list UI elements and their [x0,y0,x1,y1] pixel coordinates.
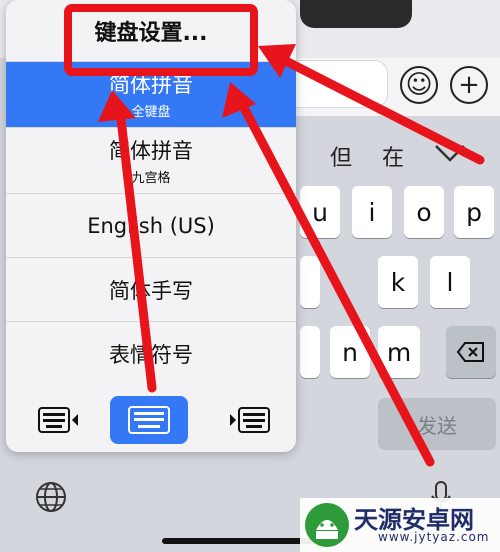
menu-item-label: English (US) [87,213,215,238]
key-n[interactable]: n [330,326,370,378]
globe-icon[interactable] [34,480,68,514]
menu-item-handwriting[interactable]: 简体手写 [6,258,296,322]
key-u[interactable]: u [300,186,340,238]
emoji-icon[interactable]: ☺ [400,66,438,104]
key-h[interactable] [300,256,320,308]
candidate-word[interactable]: 但 [330,140,352,172]
key-i[interactable]: i [352,186,392,238]
send-button[interactable]: 发送 [378,398,496,450]
chevron-down-icon[interactable] [430,136,470,170]
candidate-word[interactable]: 在 [382,140,404,172]
keyboard-right-icon[interactable] [210,396,288,444]
menu-item-sublabel: 九宫格 [131,171,171,186]
image-message[interactable] [300,0,412,28]
menu-item-english[interactable]: English (US) [6,194,296,258]
menu-item-label: 简体手写 [109,278,193,303]
watermark-url: www.jytyaz.com [378,530,490,544]
menu-item-pinyin-9key[interactable]: 简体拼音 九宫格 [6,128,296,194]
key-k[interactable]: k [378,256,418,308]
menu-item-label: 简体拼音 [109,139,193,163]
message-input[interactable] [282,60,388,108]
menu-item-sublabel: 全键盘 [131,105,171,120]
highlight-box [64,4,258,76]
key-m[interactable]: m [378,326,420,378]
plus-icon[interactable]: + [450,66,488,104]
key-b[interactable] [300,326,320,378]
key-o[interactable]: o [404,186,444,238]
keyboard-center-icon[interactable] [110,396,188,444]
android-logo-icon [304,502,350,548]
key-l[interactable]: l [430,256,470,308]
backspace-icon[interactable] [446,326,496,378]
menu-item-label: 表情符号 [109,343,193,367]
key-p[interactable]: p [454,186,494,238]
keyboard-left-icon[interactable] [20,396,98,444]
menu-item-emoji[interactable]: 表情符号 [6,322,296,386]
